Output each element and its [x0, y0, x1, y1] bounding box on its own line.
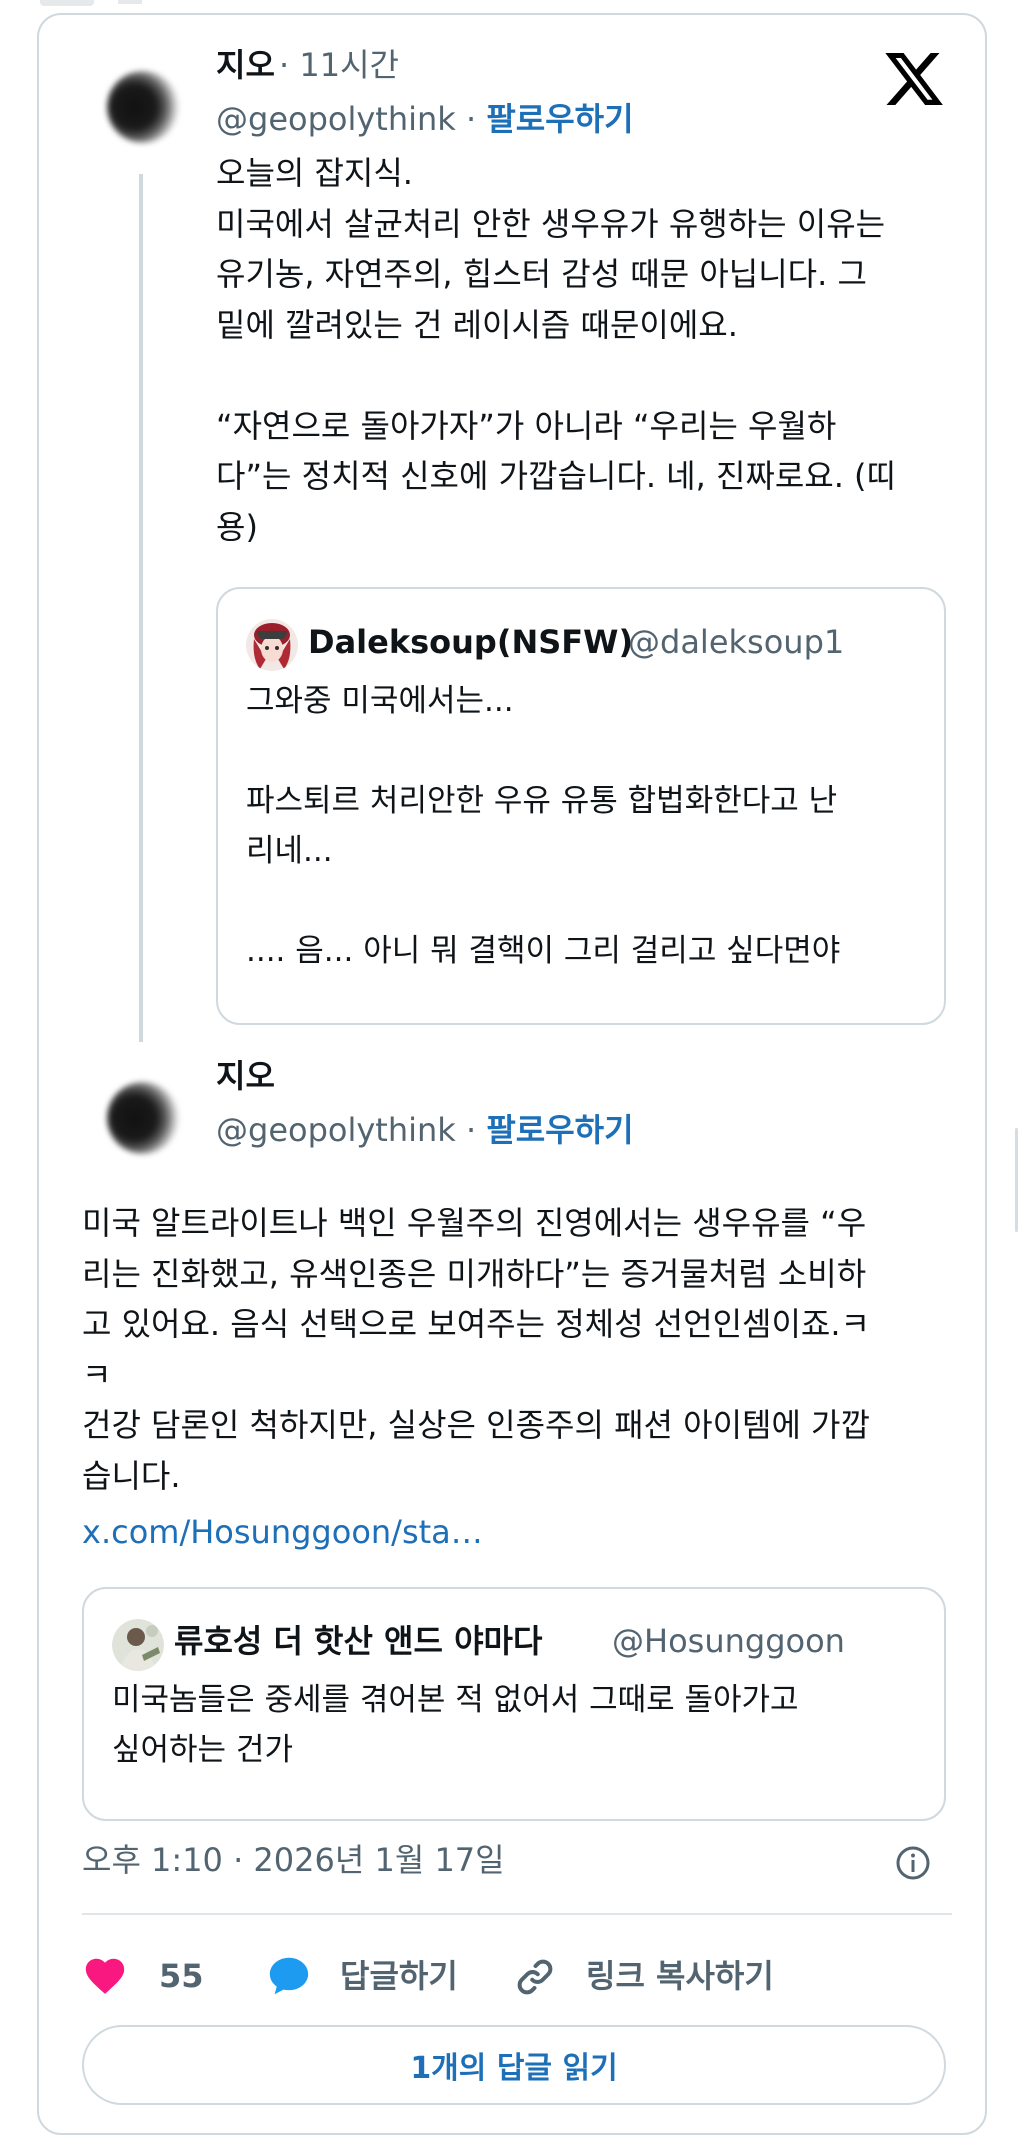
author-avatar[interactable] [107, 71, 179, 143]
reply-author-avatar[interactable] [107, 1082, 179, 1154]
reply-handle-separator: · [455, 1111, 487, 1149]
info-icon[interactable] [895, 1845, 931, 1881]
speech-bubble-icon[interactable] [265, 1953, 313, 1999]
author-handle-line: @geopolythink · 팔로우하기 [216, 99, 634, 139]
reply-quoted-tweet-text: 미국놈들은 중세를 겪어본 적 없어서 그때로 돌아가고 싶어하는 건가 [112, 1682, 799, 1768]
like-count[interactable]: 55 [159, 1956, 204, 1996]
reply-button[interactable]: 답글하기 [340, 1956, 458, 1996]
reply-handle-line: @geopolythink · 팔로우하기 [216, 1110, 634, 1150]
reply-quoted-author-avatar [112, 1619, 164, 1671]
tweet-card: 지오 · 11시간 @geopolythink · 팔로우하기 오늘의 잡지식.… [37, 13, 987, 2135]
handle-separator: · [455, 100, 487, 138]
tweet-text: 오늘의 잡지식. 미국에서 살균처리 안한 생우유가 유행하는 이유는 유기농,… [216, 154, 896, 546]
divider [82, 1913, 952, 1915]
read-replies-button[interactable]: 1개의 답글 읽기 [82, 2025, 946, 2105]
reply-quoted-author-name: 류호성 더 핫산 앤드 야마다 [174, 1622, 543, 1660]
top-edge-sliver-2 [118, 0, 142, 4]
quoted-tweet[interactable]: Daleksoup(NSFW) @daleksoup1 그와중 미국에서는...… [216, 587, 946, 1025]
heart-icon[interactable] [82, 1953, 128, 1999]
author-handle[interactable]: @geopolythink [216, 100, 456, 138]
reply-author-name[interactable]: 지오 [216, 1056, 275, 1096]
x-logo-icon[interactable] [882, 47, 946, 111]
top-edge-sliver [40, 0, 94, 6]
quoted-author-avatar [246, 619, 298, 671]
quoted-author-name: Daleksoup(NSFW) [308, 623, 634, 661]
author-name[interactable]: 지오 [216, 45, 275, 85]
thread-line [139, 174, 143, 1042]
reply-follow-button[interactable]: 팔로우하기 [486, 1111, 633, 1149]
link-icon[interactable] [513, 1955, 557, 1999]
follow-button[interactable]: 팔로우하기 [486, 100, 633, 138]
tweet-timestamp[interactable]: 오후 1:10 · 2026년 1월 17일 [82, 1840, 505, 1880]
reply-quoted-author-handle: @Hosunggoon [612, 1622, 845, 1660]
tweet-time-ago[interactable]: · 11시간 [279, 45, 399, 85]
reply-tweet-text: 미국 알트라이트나 백인 우월주의 진영에서는 생우유를 “우 리는 진화했고,… [82, 1204, 870, 1495]
reply-quoted-tweet[interactable]: 류호성 더 핫산 앤드 야마다 @Hosunggoon 미국놈들은 중세를 겪어… [82, 1587, 946, 1821]
reply-author-handle[interactable]: @geopolythink [216, 1111, 456, 1149]
quoted-tweet-text: 그와중 미국에서는... 파스퇴르 처리안한 우유 유통 합법화한다고 난 리네… [246, 683, 841, 969]
copy-link-button[interactable]: 링크 복사하기 [586, 1956, 774, 1996]
reply-tweet-link[interactable]: x.com/Hosunggoon/sta… [82, 1512, 483, 1552]
scrollbar-indicator[interactable] [1015, 1128, 1018, 1232]
quoted-author-handle: @daleksoup1 [628, 623, 845, 661]
